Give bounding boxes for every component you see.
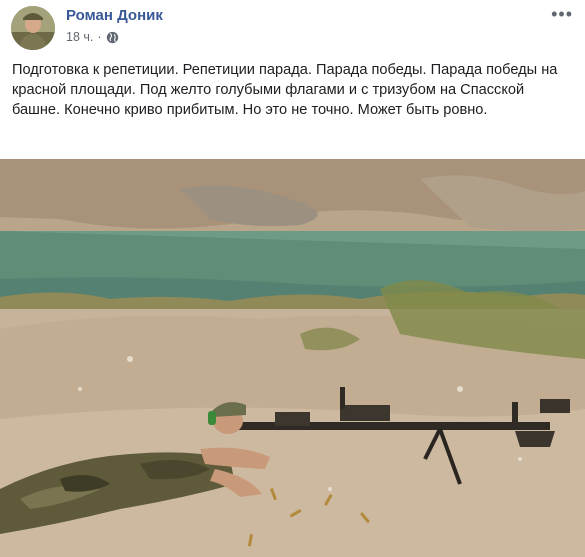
post-text: Подготовка к репетиции. Репетиции парада… (12, 62, 558, 118)
rifle-photo (0, 159, 585, 557)
author-name[interactable]: Роман Доник (66, 7, 163, 24)
meta-separator: · (97, 30, 102, 44)
avatar-photo (11, 6, 55, 50)
avatar[interactable] (11, 6, 55, 50)
post-photo[interactable] (0, 159, 585, 557)
globe-icon[interactable] (106, 31, 119, 44)
more-dots-icon[interactable]: ••• (551, 4, 573, 25)
post-header: Роман Доник 18 ч. · ••• (0, 0, 585, 56)
post-timestamp[interactable]: 18 ч. (66, 30, 93, 44)
post-meta: 18 ч. · (66, 30, 119, 44)
